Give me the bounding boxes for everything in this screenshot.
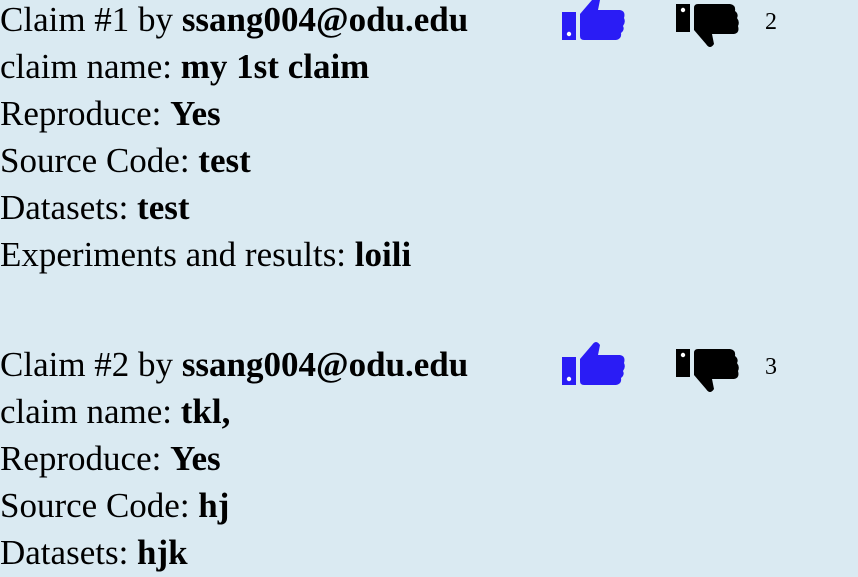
vote-count: 3 xyxy=(765,354,777,380)
claim-field: Datasets: hjk xyxy=(0,529,858,576)
claim-1: Claim #1 by ssang004@odu.edu 2 claim nam… xyxy=(0,0,858,278)
field-value: hj xyxy=(198,486,230,525)
vote-count: 2 xyxy=(765,9,777,35)
claim-author: ssang004@odu.edu xyxy=(181,0,469,39)
thumbs-up-icon[interactable] xyxy=(562,0,626,42)
thumbs-up-icon[interactable] xyxy=(562,341,626,387)
claim-field: Source Code: hj xyxy=(0,482,858,529)
thumbs-down-icon[interactable] xyxy=(676,347,740,393)
thumbs-down-icon[interactable] xyxy=(676,2,740,48)
claim-field: Experiments and results: loili xyxy=(0,231,858,278)
field-value: my 1st claim xyxy=(180,47,370,86)
field-label: Source Code: xyxy=(0,141,199,180)
field-value: test xyxy=(137,188,190,227)
field-label: Reproduce: xyxy=(0,94,171,133)
field-label: Datasets: xyxy=(0,533,138,572)
field-value: hjk xyxy=(137,533,188,572)
claim-field: claim name: tkl, xyxy=(0,388,858,435)
field-label: Datasets: xyxy=(0,188,138,227)
claim-author: ssang004@odu.edu xyxy=(181,345,469,384)
claim-field: Source Code: test xyxy=(0,137,858,184)
field-label: claim name: xyxy=(0,392,181,431)
field-label: claim name: xyxy=(0,47,181,86)
field-label: Source Code: xyxy=(0,486,199,525)
claim-header-prefix: Claim #2 by xyxy=(0,345,182,384)
claim-header-prefix: Claim #1 by xyxy=(0,0,182,39)
claim-field: Datasets: test xyxy=(0,184,858,231)
claim-2: Claim #2 by ssang004@odu.edu 3 claim nam… xyxy=(0,341,858,576)
claim-header: Claim #1 by ssang004@odu.edu 2 xyxy=(0,0,858,47)
claim-field: Reproduce: Yes xyxy=(0,90,858,137)
field-value: test xyxy=(198,141,251,180)
claim-field: claim name: my 1st claim xyxy=(0,43,858,90)
claim-header: Claim #2 by ssang004@odu.edu 3 xyxy=(0,341,858,392)
field-value: loili xyxy=(354,235,412,274)
claim-field: Reproduce: Yes xyxy=(0,435,858,482)
field-value: tkl, xyxy=(180,392,231,431)
field-label: Reproduce: xyxy=(0,439,171,478)
field-value: Yes xyxy=(170,439,221,478)
field-label: Experiments and results: xyxy=(0,235,355,274)
field-value: Yes xyxy=(170,94,221,133)
